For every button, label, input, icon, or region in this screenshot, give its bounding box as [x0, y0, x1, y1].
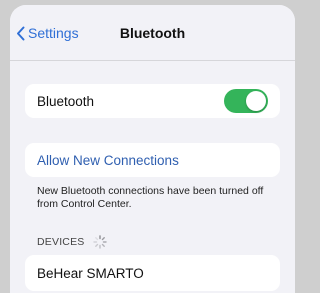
- settings-screen: Settings Bluetooth Bluetooth Allow New C…: [10, 5, 295, 293]
- connections-footnote: New Bluetooth connections have been turn…: [37, 185, 264, 210]
- device-row[interactable]: BeHear SMARTO: [25, 255, 280, 291]
- devices-header-label: DEVICES: [37, 236, 85, 248]
- toggle-knob: [246, 91, 266, 111]
- bluetooth-row: Bluetooth: [25, 84, 280, 118]
- page-title: Bluetooth: [119, 25, 186, 41]
- spinner-icon: [92, 235, 107, 249]
- navbar-divider: [10, 60, 295, 61]
- devices-section-header: DEVICES: [37, 235, 107, 249]
- allow-new-connections-row[interactable]: Allow New Connections: [25, 143, 280, 177]
- navigation-bar: Settings Bluetooth: [10, 5, 295, 61]
- bluetooth-toggle[interactable]: [224, 89, 268, 113]
- bluetooth-label: Bluetooth: [37, 93, 95, 109]
- device-name: BeHear SMARTO: [37, 265, 144, 281]
- allow-new-connections-label: Allow New Connections: [37, 152, 179, 168]
